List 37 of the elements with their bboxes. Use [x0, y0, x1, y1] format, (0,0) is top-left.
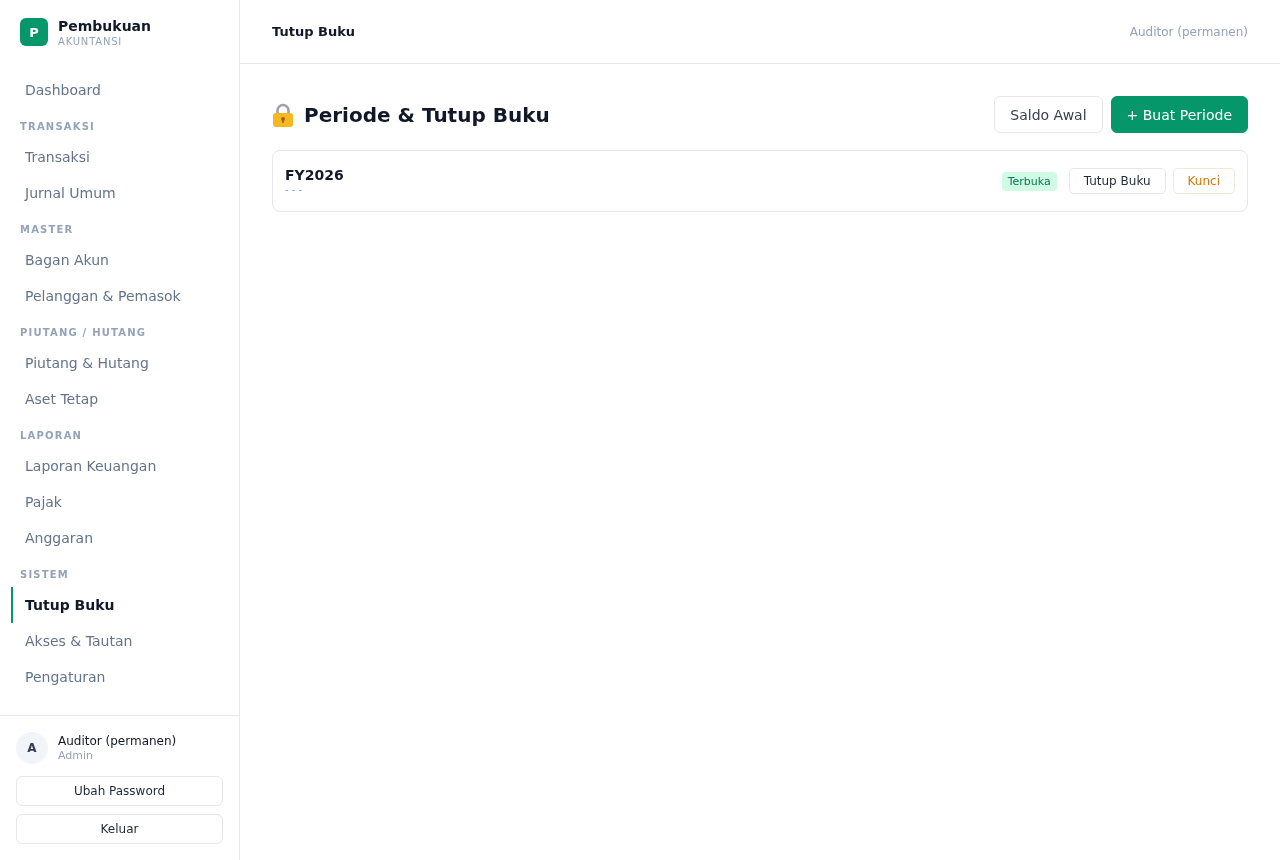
period-name: FY2026: [285, 166, 344, 184]
nav-item[interactable]: Pelanggan & Pemasok: [11, 278, 228, 314]
nav-section-title: PIUTANG / HUTANG: [20, 326, 148, 340]
period-dates: - - -: [285, 184, 304, 196]
action-button[interactable]: Saldo Awal: [994, 96, 1103, 133]
nav-item[interactable]: Anggaran: [11, 520, 228, 556]
nav-item[interactable]: Akses & Tautan: [11, 623, 228, 659]
nav-item[interactable]: Transaksi: [11, 139, 228, 175]
user-name: Auditor (permanen): [58, 733, 177, 749]
page-title: Periode & Tutup Buku: [304, 102, 550, 127]
sidebar-button[interactable]: Ubah Password: [16, 776, 223, 806]
nav-item[interactable]: Bagan Akun: [11, 242, 228, 278]
status-badge: Terbuka: [1001, 171, 1057, 191]
brand-subtitle: AKUNTANSI: [58, 35, 124, 48]
nav-item[interactable]: Laporan Keuangan: [11, 448, 228, 484]
nav-section-title: SISTEM: [20, 568, 70, 582]
sidebar-button[interactable]: Keluar: [16, 814, 223, 844]
nav-item[interactable]: Aset Tetap: [11, 381, 228, 417]
brand-logo: P: [20, 18, 48, 46]
create-button[interactable]: + Buat Periode: [1110, 96, 1248, 133]
period-action-button[interactable]: Tutup Buku: [1068, 168, 1166, 194]
nav-item[interactable]: Pengaturan: [11, 659, 228, 695]
nav-item[interactable]: Jurnal Umum: [11, 175, 228, 211]
user-role: Admin: [58, 748, 95, 763]
nav-item[interactable]: Pajak: [11, 484, 228, 520]
nav-item[interactable]: Piutang & Hutang: [11, 345, 228, 381]
top-bar-user: Auditor (permanen): [1129, 24, 1248, 39]
period-action-button[interactable]: Kunci: [1172, 168, 1235, 194]
brand-title: Pembukuan: [58, 18, 152, 35]
user-avatar: A: [16, 732, 48, 764]
padlock-icon: [272, 102, 294, 127]
nav-section-title: MASTER: [20, 223, 75, 237]
nav-section-title: TRANSAKSI: [20, 120, 97, 134]
top-bar-title: Tutup Buku: [272, 24, 356, 39]
nav-section-title: LAPORAN: [20, 429, 84, 443]
nav-item[interactable]: Dashboard: [11, 72, 228, 108]
nav-item[interactable]: Tutup Buku: [11, 587, 228, 623]
